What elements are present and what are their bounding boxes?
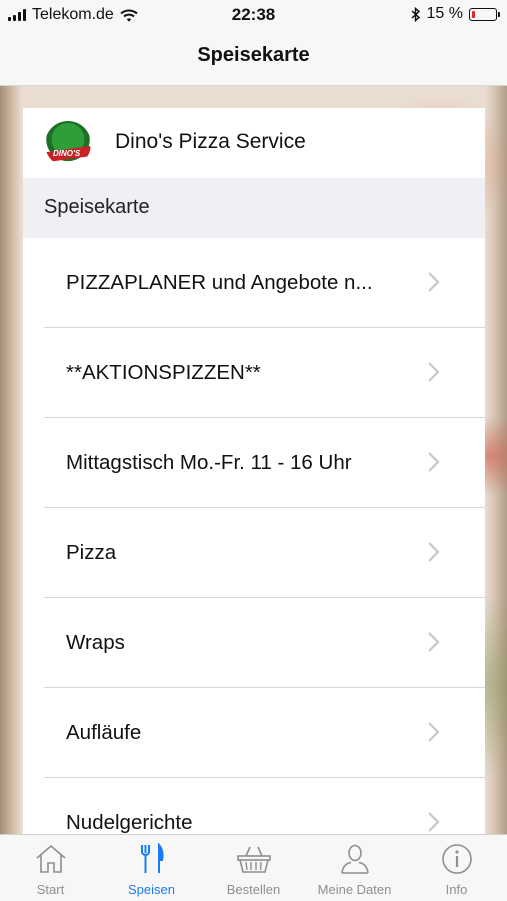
tab-meine-daten[interactable]: Meine Daten (304, 835, 405, 901)
chevron-right-icon (428, 542, 440, 562)
menu-category-item[interactable]: Nudelgerichte (23, 778, 485, 834)
chevron-right-icon (428, 272, 440, 292)
chevron-right-icon (428, 632, 440, 652)
menu-category-list: PIZZAPLANER und Angebote n... **AKTIONSP… (23, 238, 485, 834)
menu-category-label: PIZZAPLANER und Angebote n... (66, 271, 373, 294)
menu-category-item[interactable]: Wraps (23, 598, 485, 688)
page-title: Speisekarte (197, 44, 310, 66)
bluetooth-icon (411, 6, 420, 22)
menu-category-label: Wraps (66, 631, 125, 654)
menu-category-item[interactable]: PIZZAPLANER und Angebote n... (23, 238, 485, 328)
navigation-bar: Speisekarte (0, 30, 507, 86)
menu-category-label: Mittagstisch Mo.-Fr. 11 - 16 Uhr (66, 451, 352, 474)
chevron-right-icon (428, 722, 440, 742)
chevron-right-icon (428, 362, 440, 382)
tab-speisen[interactable]: Speisen (101, 835, 202, 901)
tab-bar: Start Speisen Bestellen Meine Daten Info (0, 834, 507, 900)
menu-category-item[interactable]: Aufläufe (23, 688, 485, 778)
basket-icon (236, 846, 271, 873)
person-icon (340, 844, 369, 874)
section-header: Speisekarte (23, 178, 485, 238)
restaurant-header[interactable]: DINO'S Dino's Pizza Service (23, 108, 485, 178)
battery-level (472, 10, 475, 18)
menu-category-item[interactable]: Mittagstisch Mo.-Fr. 11 - 16 Uhr (23, 418, 485, 508)
tab-info[interactable]: Info (406, 835, 507, 901)
restaurant-logo: DINO'S (45, 121, 91, 167)
battery-percent: 15 % (426, 5, 463, 22)
tab-label: Bestellen (226, 882, 281, 897)
menu-category-item[interactable]: Pizza (23, 508, 485, 598)
status-bar: Telekom.de 22:38 15 % (0, 0, 507, 30)
tab-label: Meine Daten (317, 882, 392, 897)
menu-category-label: Pizza (66, 541, 117, 564)
battery-icon (469, 7, 500, 21)
section-header-label: Speisekarte (44, 196, 150, 218)
chevron-right-icon (428, 452, 440, 472)
menu-card: DINO'S Dino's Pizza Service Speisekarte … (23, 108, 485, 834)
menu-category-item[interactable]: **AKTIONSPIZZEN** (23, 328, 485, 418)
fork-knife-icon (140, 843, 164, 873)
restaurant-name: Dino's Pizza Service (115, 130, 306, 153)
status-right: 15 % (411, 5, 500, 23)
tab-label: Info (445, 882, 468, 897)
home-icon (35, 844, 66, 873)
chevron-right-icon (428, 812, 440, 832)
tab-label: Start (36, 882, 65, 897)
tab-label: Speisen (128, 882, 175, 897)
tab-start[interactable]: Start (0, 835, 101, 901)
menu-category-label: **AKTIONSPIZZEN** (66, 361, 261, 384)
tab-bestellen[interactable]: Bestellen (203, 835, 304, 901)
menu-category-label: Aufläufe (66, 721, 142, 744)
info-icon (441, 844, 472, 874)
menu-category-label: Nudelgerichte (66, 811, 193, 834)
